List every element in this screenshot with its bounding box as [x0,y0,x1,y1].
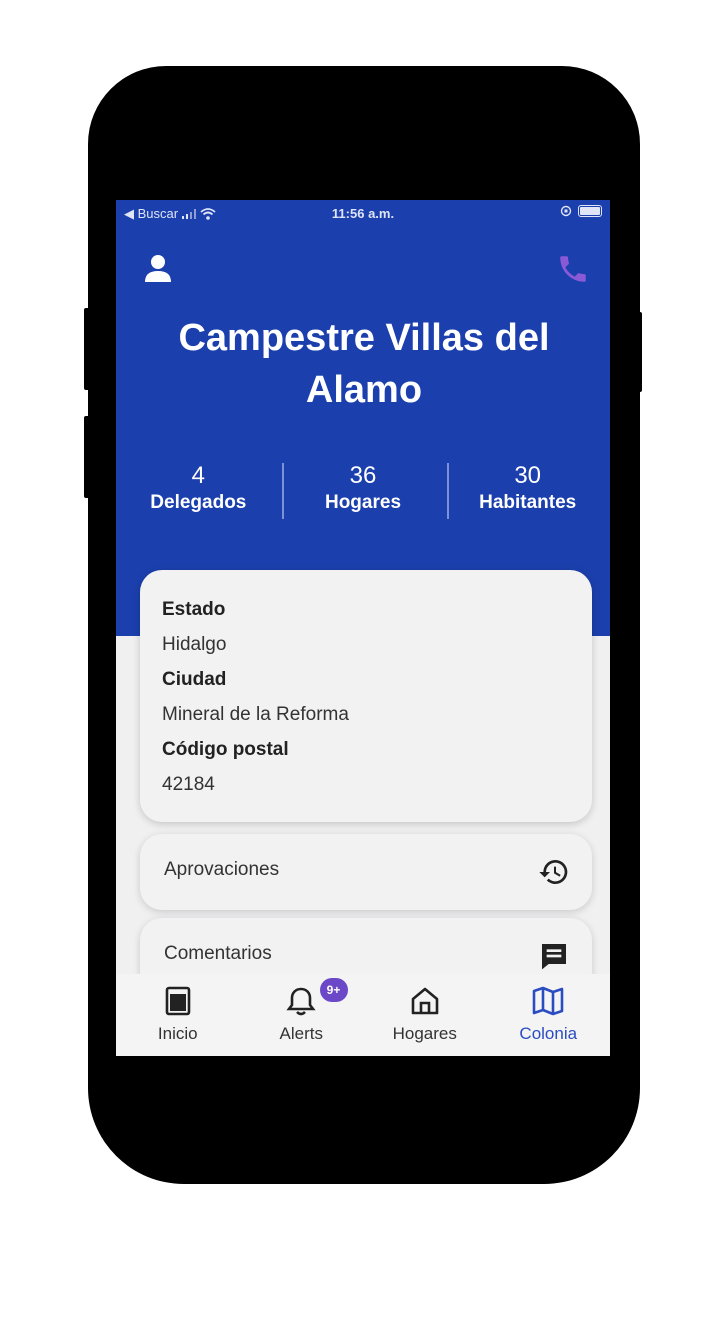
stat-delegados[interactable]: 4 Delegados [116,462,281,522]
tab-colonia[interactable]: Colonia [487,974,611,1056]
status-time: 11:56 a.m. [331,206,395,221]
stat-label: Delegados [150,492,247,513]
ciudad-value: Mineral de la Reforma [162,704,349,725]
aprovaciones-row[interactable]: Aprovaciones [140,834,592,910]
stat-value: 36 [349,462,377,489]
estado-label: Estado [162,599,226,620]
tab-alerts[interactable]: 9+ Alerts [240,974,364,1056]
estado-value: Hidalgo [162,634,227,655]
house-icon [411,987,439,1015]
history-icon [539,860,568,884]
volume-up-button [84,308,90,390]
ciudad-label: Ciudad [162,669,227,690]
status-bar: ◀ Buscar 11:56 a.m. [116,200,610,230]
status-right [560,205,602,217]
user-profile-icon[interactable] [142,252,174,286]
stat-value: 30 [514,462,542,489]
tab-label: Alerts [279,1024,323,1043]
location-info-card: Estado Hidalgo Ciudad Mineral de la Refo… [140,570,592,822]
stat-divider [282,463,284,519]
map-icon [532,986,564,1016]
stat-label: Habitantes [479,492,577,513]
stats-row: 4 Delegados 36 Hogares 30 Habitantes [116,462,610,522]
orientation-lock-icon [560,205,572,217]
comments-icon [542,944,566,970]
tab-label: Hogares [392,1024,457,1043]
power-button [636,312,642,392]
home-panel-icon [165,986,191,1016]
postal-code-value: 42184 [162,774,215,795]
phone-call-icon[interactable] [556,252,590,286]
stat-label: Hogares [324,492,402,513]
page-title: Campestre Villas del Alamo [178,317,550,411]
stat-hogares[interactable]: 36 Hogares [281,462,446,522]
battery-icon [578,205,602,217]
tab-inicio[interactable]: Inicio [116,974,240,1056]
stat-habitantes[interactable]: 30 Habitantes [445,462,610,522]
postal-code-label: Código postal [162,739,289,760]
volume-down-button [84,416,90,498]
comentarios-label: Comentarios [164,943,272,964]
bell-icon [286,987,316,1016]
aprovaciones-label: Aprovaciones [164,859,280,880]
app-screen: ◀ Buscar 11:56 a.m. Campestre Villas del… [116,200,610,1056]
tab-label: Colonia [519,1024,578,1043]
tab-label: Inicio [157,1024,198,1043]
alerts-badge: 9+ [319,978,348,1002]
stat-divider [447,463,449,519]
stat-value: 4 [191,462,206,489]
tab-hogares[interactable]: Hogares [363,974,487,1056]
bottom-tab-bar: Inicio 9+ Alerts Hogares Colonia [116,974,610,1056]
